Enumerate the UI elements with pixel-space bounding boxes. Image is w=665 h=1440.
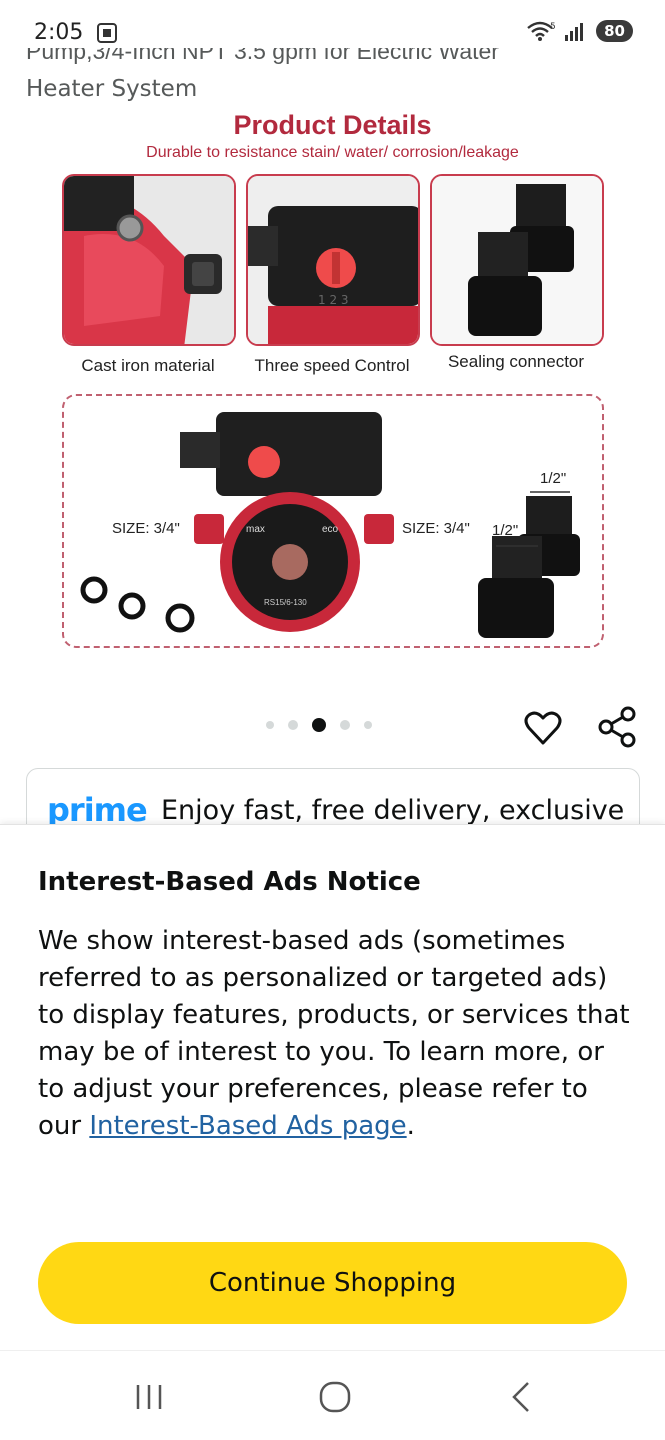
- notice-body-text: We show interest-based ads (sometimes re…: [38, 926, 630, 1141]
- notice-body-end: .: [406, 1111, 415, 1141]
- speed-control-thumb: 1 2 3: [246, 174, 420, 346]
- continue-shopping-button[interactable]: Continue Shopping: [38, 1242, 627, 1324]
- carousel-dot: [340, 720, 350, 730]
- system-nav-bar: [0, 1350, 665, 1440]
- notice-body: We show interest-based ads (sometimes re…: [38, 923, 638, 1145]
- carousel-dot: [364, 721, 372, 729]
- carousel-dot: [266, 721, 274, 729]
- carousel-dot: [288, 720, 298, 730]
- plate-max: max: [246, 524, 265, 535]
- product-image[interactable]: Product Details Durable to resistance st…: [0, 108, 665, 668]
- signal-icon: [565, 23, 584, 41]
- prime-promo-text: Enjoy fast, free delivery, exclusive: [161, 795, 625, 826]
- ads-notice-sheet: Interest-Based Ads Notice We show intere…: [0, 824, 665, 1350]
- half-inch-side-label: 1/2": [492, 522, 519, 539]
- status-indicators: 5 80: [526, 20, 633, 42]
- cast-iron-thumb: [62, 174, 236, 346]
- screenshot-icon: [97, 23, 117, 43]
- image-subheading: Durable to resistance stain/ water/ corr…: [146, 144, 519, 161]
- wifi-badge: 5: [550, 22, 556, 32]
- size-diagram: SIZE: 3/4" SIZE: 3/4" 1/2" 1/2" max eco …: [62, 394, 604, 648]
- size-right-label: SIZE: 3/4": [402, 520, 470, 537]
- thumb-caption-1: Cast iron material: [81, 356, 215, 375]
- product-title: Heater System: [26, 76, 198, 102]
- sealing-connector-thumb: [430, 174, 604, 346]
- share-icon[interactable]: [598, 706, 638, 748]
- heart-icon[interactable]: [523, 708, 563, 748]
- size-left-label: SIZE: 3/4": [112, 520, 180, 537]
- plate-eco: eco: [322, 524, 339, 535]
- image-heading: Product Details: [233, 110, 432, 140]
- carousel-dot-active: [312, 718, 326, 732]
- battery-indicator: 80: [596, 20, 633, 42]
- product-title-cut: Pump,3/4-Inch NPT 3.5 gpm for Electric W…: [26, 48, 499, 64]
- interest-ads-link[interactable]: Interest-Based Ads page: [89, 1111, 406, 1141]
- recent-apps-icon[interactable]: [130, 1379, 170, 1415]
- half-inch-top-label: 1/2": [540, 470, 567, 487]
- plate-model: RS15/6-130: [264, 598, 307, 607]
- wifi-icon: 5: [527, 21, 556, 41]
- status-time: 2:05: [34, 20, 84, 45]
- notice-title: Interest-Based Ads Notice: [38, 867, 421, 897]
- thumb-caption-2: Three speed Control: [254, 356, 410, 375]
- svg-text:1 2 3: 1 2 3: [318, 293, 349, 307]
- back-icon[interactable]: [502, 1379, 542, 1415]
- home-icon[interactable]: [314, 1379, 354, 1415]
- carousel-indicator: [266, 718, 372, 732]
- thumb-caption-3: Sealing connector: [447, 352, 585, 371]
